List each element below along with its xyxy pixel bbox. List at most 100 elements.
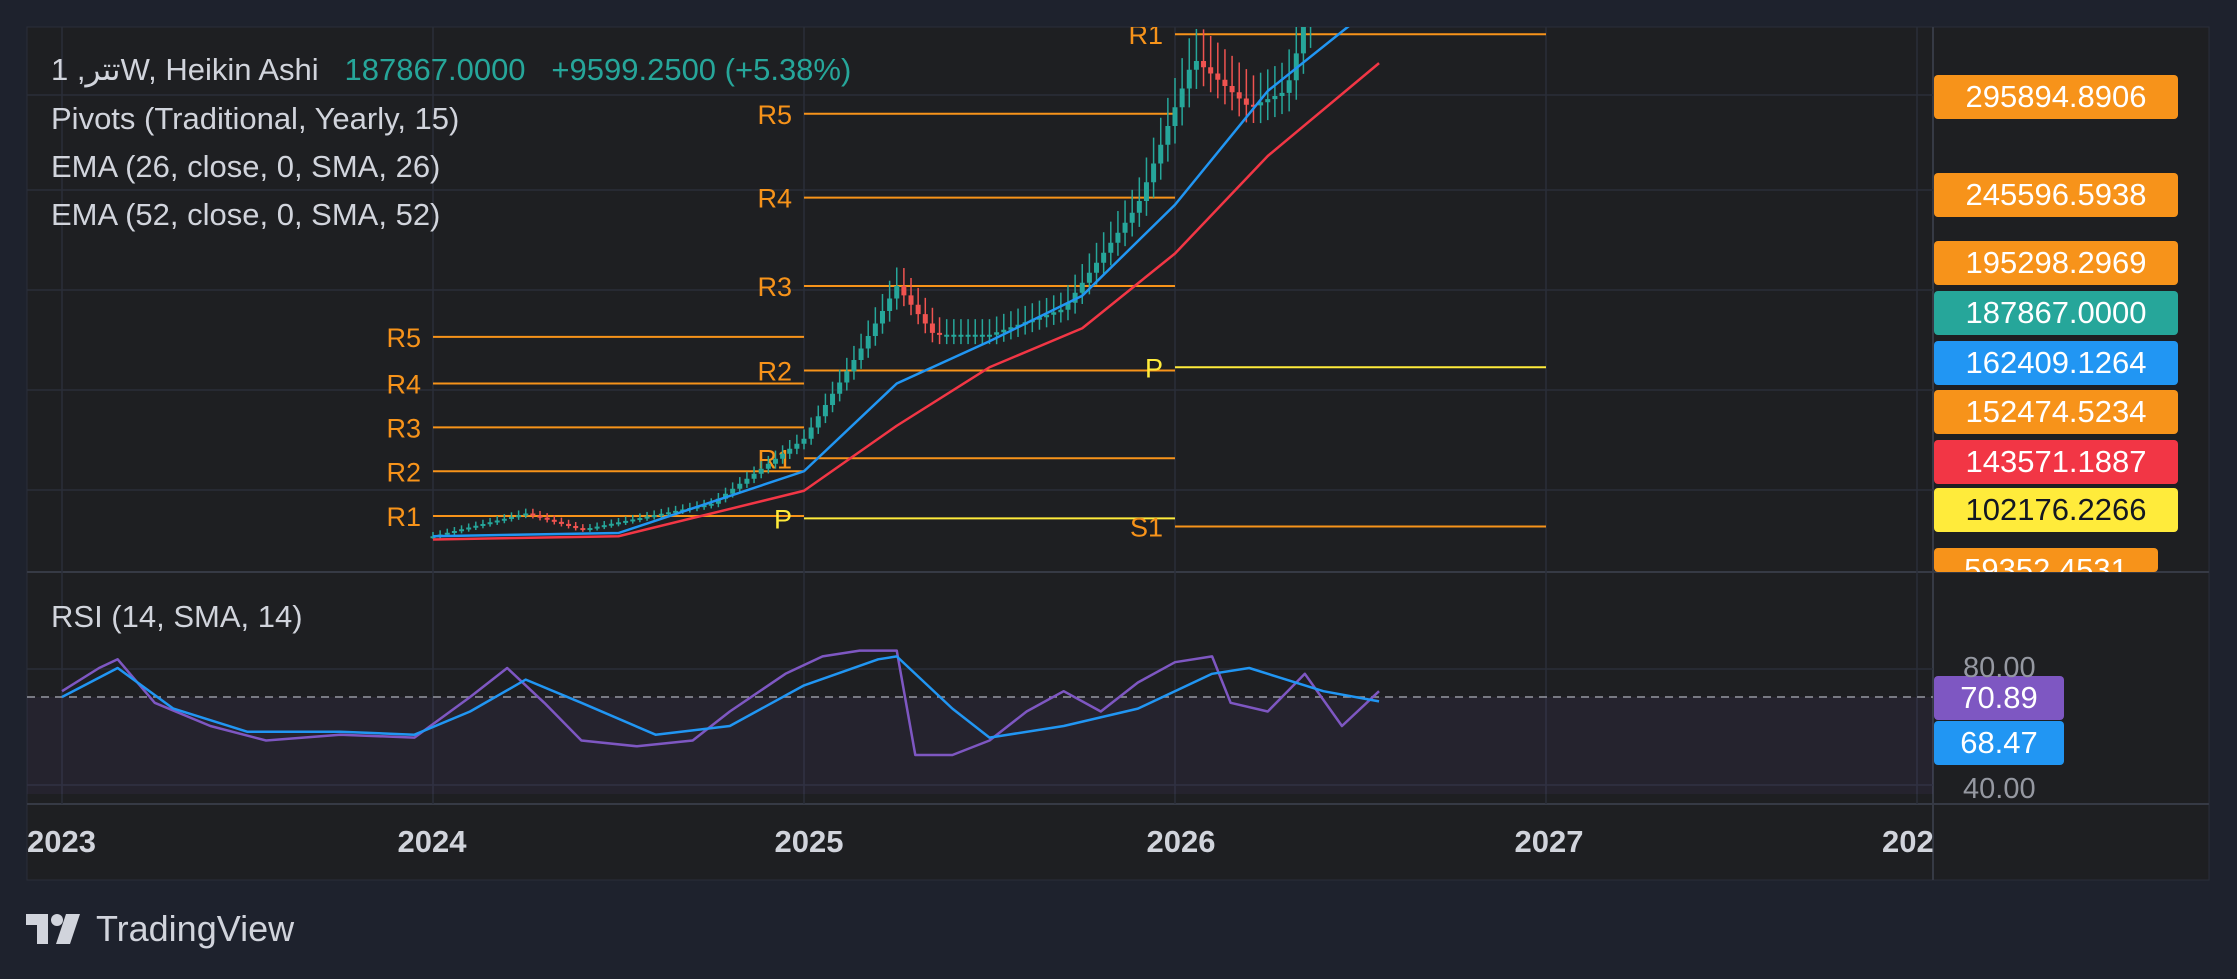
candle-body	[1051, 312, 1057, 315]
legend-ema26[interactable]: EMA (26, close, 0, SMA, 26)	[51, 147, 440, 187]
pivot-label-2025-R2: R2	[757, 357, 792, 387]
candle-body	[1236, 92, 1242, 99]
candle-body	[594, 526, 600, 529]
candle-body	[1001, 329, 1007, 333]
candle-body	[508, 517, 514, 519]
candle-body	[1094, 262, 1100, 273]
candle-body	[929, 323, 935, 333]
candle-body	[637, 518, 643, 521]
tradingview-logo-text: TradingView	[96, 908, 295, 949]
x-tick-202: 202	[1882, 824, 1934, 859]
candle-body	[1215, 73, 1221, 80]
candle-body	[587, 528, 593, 531]
candle-body	[630, 519, 636, 522]
candle-body	[887, 298, 893, 311]
legend-ema52[interactable]: EMA (52, close, 0, SMA, 52)	[51, 195, 440, 235]
pivot-label-2026-S1: S1	[1130, 513, 1163, 543]
pivot-label-2024-R3: R3	[386, 413, 421, 443]
candle-body	[965, 334, 971, 337]
candle-body	[1172, 107, 1178, 126]
legend-pivots[interactable]: Pivots (Traditional, Yearly, 15)	[51, 99, 459, 139]
candle-body	[879, 311, 885, 324]
price-label-3: 187867.0000	[1934, 291, 2178, 335]
x-tick-2027: 2027	[1514, 824, 1584, 859]
candle-body	[1122, 222, 1128, 233]
candle-body	[794, 443, 800, 449]
candle-body	[1300, 27, 1306, 54]
candle-body	[616, 522, 621, 525]
price-change: +9599.2500 (+5.38%)	[551, 52, 852, 87]
x-tick-2023: 2023	[27, 824, 96, 859]
symbol-legend[interactable]: 1 ,تترW, Heikin Ashi 187867.0000 +9599.2…	[51, 50, 851, 90]
candle-body	[894, 286, 900, 299]
candle-body	[601, 525, 607, 528]
candle-body	[1079, 282, 1085, 293]
candle-body	[1143, 182, 1149, 201]
candle-body	[1086, 272, 1092, 283]
candle-body	[608, 523, 614, 526]
candle-body	[987, 334, 992, 337]
candle-body	[658, 513, 664, 516]
last-price: 187867.0000	[344, 52, 526, 87]
candle-body	[908, 295, 914, 305]
candle-body	[972, 334, 978, 337]
candle-body	[487, 522, 493, 525]
candle-body	[1058, 309, 1064, 313]
pivot-label-2025-R3: R3	[757, 272, 792, 302]
candle-body	[544, 517, 550, 520]
candle-body	[1279, 92, 1285, 96]
tradingview-logo[interactable]: TradingView	[26, 908, 294, 950]
candle-body	[665, 512, 671, 515]
candle-body	[1201, 61, 1207, 68]
candle-body	[822, 405, 828, 417]
candle-body	[801, 438, 807, 444]
candle-body	[780, 453, 786, 459]
candle-body	[751, 473, 757, 479]
x-tick-2025: 2025	[774, 824, 844, 859]
candle-body	[1208, 67, 1214, 74]
candle-body	[901, 286, 907, 296]
rsi-axis-bottom: 40.00	[1963, 773, 2036, 805]
candle-body	[830, 393, 836, 405]
candle-body	[1186, 69, 1192, 89]
candle-body	[1151, 163, 1157, 183]
candle-body	[994, 332, 1000, 335]
x-tick-2024: 2024	[397, 824, 467, 859]
pivot-label-2025-P: P	[774, 504, 792, 534]
candle-body	[1286, 80, 1292, 93]
candle-body	[844, 371, 850, 383]
legend-rsi[interactable]: RSI (14, SMA, 14)	[51, 597, 303, 637]
candle-body	[944, 334, 950, 337]
chart-root: R1R2R3R4R5PR1R2R3R4R5S1PR1R2R3R4 1 ,تترW…	[0, 0, 2237, 979]
price-label-0: 295894.8906	[1934, 75, 2178, 119]
candle-body	[523, 513, 529, 516]
candle-body	[459, 529, 465, 532]
candle-body	[1108, 242, 1114, 253]
candle-body	[1101, 252, 1107, 263]
candle-body	[708, 503, 714, 506]
candle-body	[1136, 201, 1142, 213]
candle-body	[537, 515, 543, 518]
pivot-label-2026-P: P	[1145, 353, 1163, 383]
candle-body	[865, 336, 871, 349]
rsi-value-label-1: 68.47	[1934, 721, 2064, 765]
candle-body	[979, 334, 985, 337]
candle-body	[808, 427, 814, 439]
pivot-label-2024-R2: R2	[386, 457, 421, 487]
price-label-5: 152474.5234	[1934, 390, 2178, 434]
candle-body	[1265, 99, 1271, 103]
candle-body	[765, 463, 771, 469]
candle-body	[1243, 98, 1249, 105]
candle-body	[851, 360, 857, 372]
price-label-4: 162409.1264	[1934, 341, 2178, 385]
candle-body	[730, 488, 736, 494]
candle-body	[444, 532, 450, 535]
candle-body	[494, 520, 500, 523]
candle-body	[1115, 232, 1121, 243]
candle-body	[1165, 126, 1171, 145]
candle-body	[1222, 79, 1228, 86]
pivot-label-2024-R4: R4	[386, 370, 421, 400]
pivot-label-2024-R5: R5	[386, 323, 421, 353]
candle-body	[737, 483, 743, 489]
pivot-label-2025-R4: R4	[757, 184, 792, 214]
